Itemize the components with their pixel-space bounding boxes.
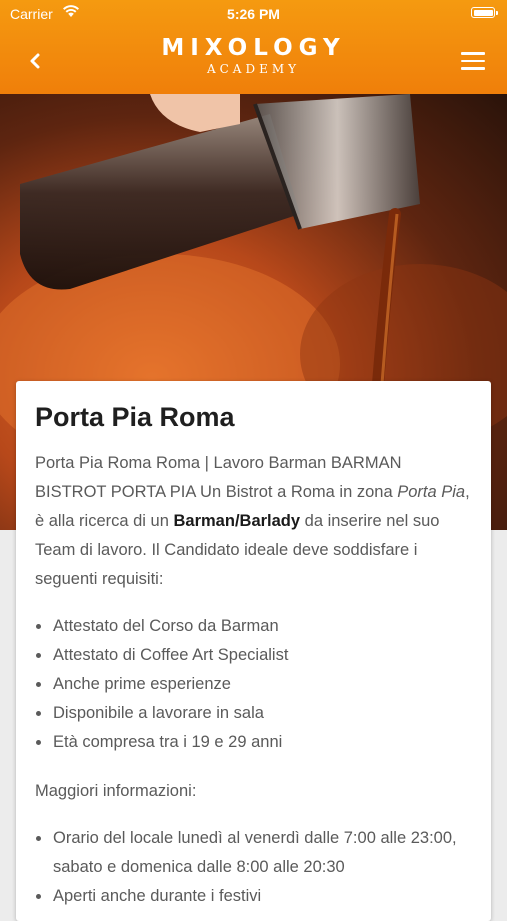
list-item: Orario del locale lunedì al venerdì dall… [35, 824, 472, 882]
menu-button[interactable] [461, 52, 485, 70]
list-item: Anche prime esperienze [35, 670, 472, 699]
requirements-list: Attestato del Corso da Barman Attestato … [35, 612, 472, 757]
status-time: 5:26 PM [227, 6, 280, 22]
list-item: Attestato del Corso da Barman [35, 612, 472, 641]
app-header: Carrier 5:26 PM MIXOLOGY ACADEMY [0, 0, 507, 94]
info-list: Orario del locale lunedì al venerdì dall… [35, 824, 472, 911]
article-title: Porta Pia Roma [35, 402, 235, 432]
list-item: Età compresa tra i 19 e 29 anni [35, 728, 472, 757]
logo-sub-text: ACADEMY [206, 62, 301, 76]
list-item: Disponibile a lavorare in sala [35, 699, 472, 728]
app-logo: MIXOLOGY ACADEMY [0, 36, 507, 76]
more-info-heading: Maggiori informazioni: [35, 782, 197, 800]
status-bar: Carrier 5:26 PM [0, 0, 507, 28]
list-item: Aperti anche durante i festivi [35, 882, 472, 911]
logo-main-text: MIXOLOGY [161, 35, 346, 61]
article-card: Porta Pia Roma Porta Pia Roma Roma | Lav… [16, 381, 491, 921]
list-item: Attestato di Coffee Art Specialist [35, 641, 472, 670]
hamburger-menu-icon [461, 52, 485, 55]
article-intro: Porta Pia Roma Roma | Lavoro Barman BARM… [35, 454, 470, 588]
battery-icon [471, 7, 498, 18]
